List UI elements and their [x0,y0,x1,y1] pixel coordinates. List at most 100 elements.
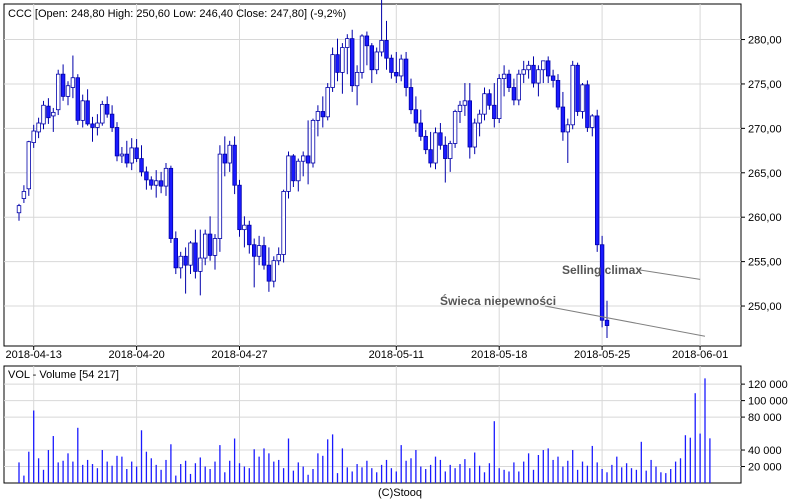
candle-body [433,132,438,164]
candle-body [266,264,272,282]
candle [100,100,105,126]
price-tick-label: 255,00 [748,257,782,269]
candle-body [70,77,76,88]
date-x-axis: 2018-04-13 2018-04-20 2018-04-27 2018-05-11… [6,346,728,361]
candle-body [516,73,521,101]
copyright-footer: (C)Stooq [378,487,422,499]
candle-body [21,191,27,199]
candle-body [403,58,409,88]
candle-body [364,35,370,47]
candle [26,140,31,196]
candle-body [565,124,570,133]
candle-body [60,73,66,97]
candle-body [457,104,463,112]
candle-body [286,155,291,192]
candle [575,62,580,116]
candle-body [139,158,144,173]
candle-body [531,64,536,84]
candle-body [153,180,159,186]
candle [585,80,590,132]
candle [516,69,521,106]
candle-body [227,144,232,164]
candle-body [124,153,129,164]
candle-body [580,84,585,112]
candle [75,74,80,125]
candle-body [31,130,36,143]
date-tick-label: 2018-04-27 [211,349,267,361]
candle-body [276,254,281,262]
annotation-label: Selling climax [562,263,642,277]
candle-body [173,238,178,269]
candle-body [105,103,110,115]
candle-body [198,257,203,272]
candle-body [496,78,502,119]
candle-body [222,153,227,164]
candle-body [423,135,428,151]
volume-panel-frame [3,365,742,484]
candle-body [354,72,360,87]
volume-tick-label: 100 000 [748,396,788,408]
candle-body [408,87,414,111]
price-tick-label: 250,00 [748,301,782,313]
candle-body [202,233,208,259]
candle-body [384,40,389,59]
candle-body [511,87,517,101]
candle-body [472,122,477,148]
candle-body [193,242,198,272]
candle-body [555,79,561,108]
candle-body [452,111,458,144]
candle-body [560,106,566,133]
candle-body [242,224,247,231]
price-tick-label: 265,00 [748,168,782,180]
candle-body [163,167,169,187]
candle-body [188,242,193,266]
price-tick-label: 275,00 [748,79,782,91]
candle-body [207,233,213,256]
candle [496,74,502,124]
candle-body [56,73,61,111]
candle-body [114,127,120,157]
candle-body [359,35,365,73]
candle-body [398,58,404,77]
candle [359,34,365,79]
candle-body [149,179,154,186]
candle-body [291,155,296,182]
candle-body [349,38,355,87]
candle-body [595,115,600,246]
volume-tick-label: 40 000 [748,445,782,457]
candle-body [296,160,301,182]
candle-body [168,167,174,239]
candle-body [134,147,139,159]
date-tick-label: 2018-05-25 [574,349,630,361]
candle-body [119,153,125,157]
candle [286,151,291,199]
candle-body [374,51,379,71]
candle-body [369,45,374,71]
candle-body [335,54,340,73]
candle-body [482,93,487,115]
date-tick-label: 2018-04-13 [6,349,62,361]
volume-tick-label: 120 000 [748,379,788,391]
candle-body [41,104,46,125]
candle-body [51,111,56,117]
candle-body [477,113,482,124]
candle-body [85,100,90,125]
candle-body [90,123,95,128]
candle [599,235,605,328]
volume-header-label: VOL - Volume [54 217] [8,369,119,381]
candle-body [251,244,257,257]
candle-body [550,75,556,81]
candle-body [541,60,546,71]
candle-body [315,111,321,121]
candle [281,189,286,263]
candle-body [144,171,149,181]
candle-body [281,191,286,255]
candle [452,109,458,148]
candle-body [26,141,31,190]
candle-body [178,255,183,269]
candle-body [100,103,105,124]
candle-body [443,144,448,159]
candle [325,83,330,121]
candle-body [506,73,512,88]
candle [168,165,174,243]
